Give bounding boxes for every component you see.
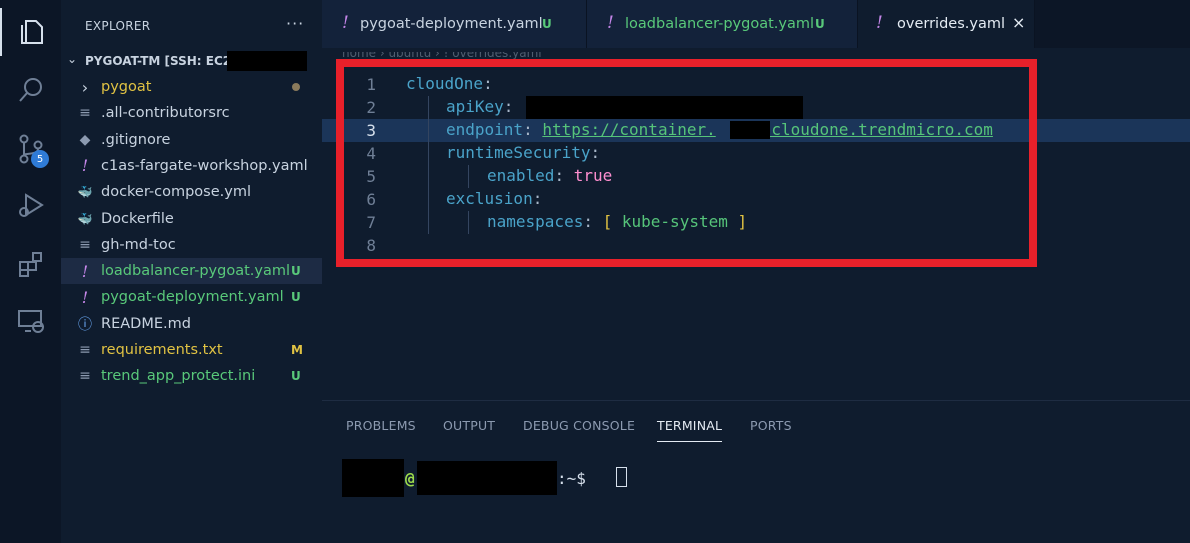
yaml-icon: ! bbox=[81, 287, 89, 307]
yaml-icon: ! bbox=[81, 156, 89, 176]
tab-label: overrides.yaml bbox=[897, 16, 1005, 32]
file-row[interactable]: ◆ .gitignore bbox=[61, 127, 322, 153]
file-row[interactable]: ≡ trend_app_protect.ini U bbox=[61, 363, 322, 389]
tab-loadbalancer-pygoat[interactable]: ! loadbalancer-pygoat.yaml U bbox=[587, 0, 858, 48]
source-control-badge: 5 bbox=[31, 150, 49, 168]
explorer-title: EXPLORER bbox=[85, 19, 151, 33]
file-name: pygoat-deployment.yaml bbox=[101, 289, 284, 306]
redacted-host bbox=[417, 461, 557, 495]
editor-tabbar: ! pygoat-deployment.yaml U ! loadbalance… bbox=[322, 0, 1190, 48]
redaction-block bbox=[227, 51, 307, 71]
lines-icon: ≡ bbox=[79, 342, 91, 358]
chevron-down-icon: ⌄ bbox=[67, 52, 78, 66]
active-indicator bbox=[0, 8, 2, 56]
file-name: docker-compose.yml bbox=[101, 184, 251, 201]
workspace-folder[interactable]: ⌄ PYGOAT-TM [SSH: EC2- bbox=[61, 50, 322, 72]
run-debug-icon[interactable] bbox=[14, 188, 48, 222]
yaml-icon: ! bbox=[342, 13, 349, 33]
bottom-panel: PROBLEMS OUTPUT DEBUG CONSOLE TERMINAL P… bbox=[322, 400, 1190, 543]
extensions-icon[interactable] bbox=[14, 247, 48, 281]
file-row[interactable]: ! loadbalancer-pygoat.yaml U bbox=[61, 258, 322, 285]
docker-compose-icon: 🐳 bbox=[77, 185, 93, 200]
lines-icon: ≡ bbox=[79, 105, 91, 122]
prompt-at: @ bbox=[405, 469, 415, 488]
lines-icon: ≡ bbox=[79, 368, 91, 385]
tab-label: loadbalancer-pygoat.yaml bbox=[625, 16, 815, 32]
file-row[interactable]: ! pygoat-deployment.yaml U bbox=[61, 284, 322, 310]
git-icon: ◆ bbox=[79, 131, 91, 148]
file-name: README.md bbox=[101, 315, 191, 332]
tab-overrides[interactable]: ! overrides.yaml × bbox=[858, 0, 1035, 48]
activity-bar: 5 bbox=[0, 0, 61, 543]
git-status: U bbox=[291, 264, 301, 279]
file-row[interactable]: ⓘ README.md bbox=[61, 311, 322, 337]
prompt-path: :~$ bbox=[557, 469, 586, 488]
sidebar-header: EXPLORER ··· bbox=[61, 0, 322, 48]
terminal-prompt[interactable]: @ :~$ bbox=[342, 459, 742, 499]
file-row[interactable]: ≡ .all-contributorsrc bbox=[61, 100, 322, 126]
file-name: c1as-fargate-workshop.yaml bbox=[101, 157, 308, 174]
close-icon[interactable]: × bbox=[1012, 13, 1025, 32]
tab-problems[interactable]: PROBLEMS bbox=[346, 418, 416, 433]
workspace-title: PYGOAT-TM [SSH: EC2- bbox=[85, 54, 237, 68]
file-row[interactable]: › pygoat bbox=[61, 74, 322, 100]
info-icon: ⓘ bbox=[78, 316, 92, 333]
file-name: requirements.txt bbox=[101, 342, 223, 358]
tab-status: U bbox=[542, 17, 552, 31]
file-name: loadbalancer-pygoat.yaml bbox=[101, 263, 291, 280]
tab-output[interactable]: OUTPUT bbox=[443, 418, 495, 433]
more-actions-icon[interactable]: ··· bbox=[286, 14, 304, 33]
tab-terminal[interactable]: TERMINAL bbox=[657, 418, 722, 433]
highlight-box bbox=[336, 59, 1037, 267]
file-row[interactable]: 🐳 docker-compose.yml bbox=[61, 179, 322, 205]
file-row[interactable]: ≡ requirements.txt M bbox=[61, 337, 322, 363]
git-status: U bbox=[291, 290, 301, 305]
file-row[interactable]: ! c1as-fargate-workshop.yaml bbox=[61, 153, 322, 179]
tab-debug-console[interactable]: DEBUG CONSOLE bbox=[523, 418, 635, 433]
modified-dot bbox=[292, 83, 300, 91]
file-name: gh-md-toc bbox=[101, 236, 176, 253]
remote-explorer-icon[interactable] bbox=[14, 304, 48, 338]
terminal-cursor bbox=[616, 467, 627, 487]
tab-pygoat-deployment[interactable]: ! pygoat-deployment.yaml U bbox=[322, 0, 587, 48]
tab-label: pygoat-deployment.yaml bbox=[360, 16, 543, 32]
redacted-user bbox=[342, 459, 404, 497]
file-name: .gitignore bbox=[101, 131, 171, 148]
file-row[interactable]: 🐳 Dockerfile bbox=[61, 206, 322, 232]
chevron-right-icon: › bbox=[81, 77, 89, 97]
files-icon[interactable] bbox=[14, 14, 48, 48]
lines-icon: ≡ bbox=[79, 236, 91, 253]
yaml-icon: ! bbox=[876, 13, 883, 33]
docker-icon: 🐳 bbox=[77, 211, 93, 226]
git-status: M bbox=[291, 343, 303, 357]
active-tab-underline bbox=[657, 441, 722, 442]
file-name: trend_app_protect.ini bbox=[101, 368, 256, 385]
tab-ports[interactable]: PORTS bbox=[750, 418, 792, 433]
git-status: U bbox=[291, 369, 301, 384]
explorer-sidebar: EXPLORER ··· ⌄ PYGOAT-TM [SSH: EC2- › pyg… bbox=[61, 0, 322, 543]
file-name: .all-contributorsrc bbox=[101, 105, 230, 122]
file-name: Dockerfile bbox=[101, 210, 174, 227]
search-icon[interactable] bbox=[14, 73, 48, 107]
file-row[interactable]: ≡ gh-md-toc bbox=[61, 232, 322, 258]
yaml-icon: ! bbox=[81, 261, 89, 281]
tab-status: U bbox=[815, 17, 825, 31]
file-name: pygoat bbox=[101, 79, 152, 95]
yaml-icon: ! bbox=[607, 13, 614, 33]
